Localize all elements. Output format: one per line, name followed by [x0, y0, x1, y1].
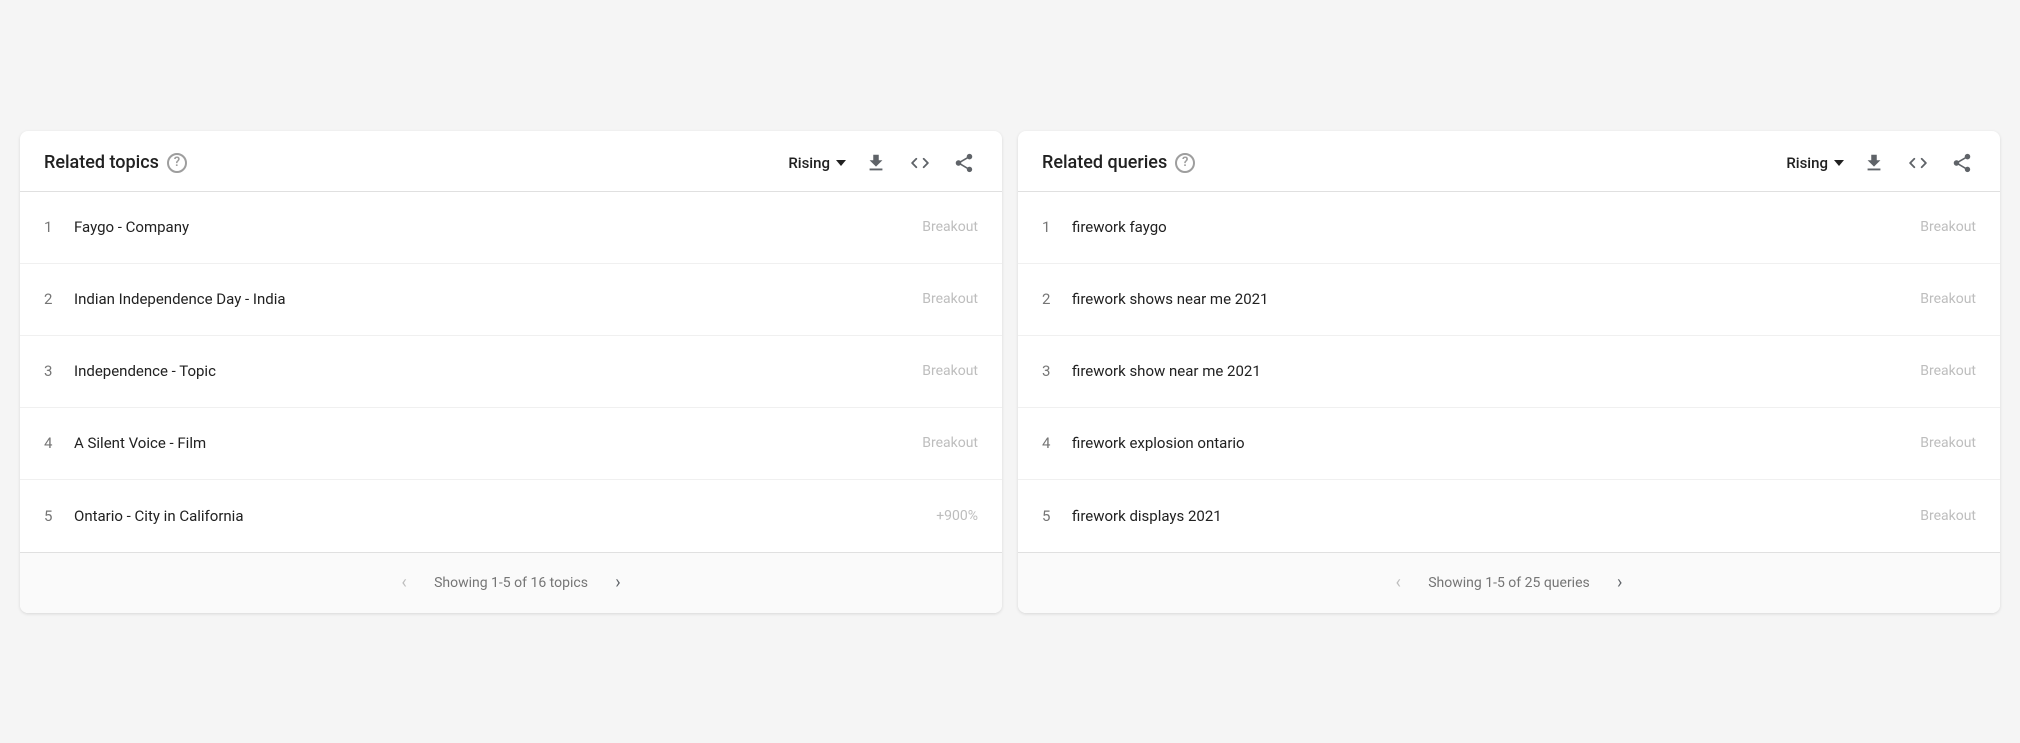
item-label: Ontario - City in California: [74, 507, 936, 525]
list-item[interactable]: 3Independence - TopicBreakout: [20, 336, 1002, 408]
related-queries-footer: ‹ Showing 1-5 of 25 queries ›: [1018, 552, 2000, 613]
pagination-text: Showing 1-5 of 25 queries: [1428, 575, 1590, 591]
item-badge: +900%: [936, 508, 978, 524]
next-page-button[interactable]: ›: [1606, 569, 1634, 597]
chevron-down-icon: [836, 160, 846, 166]
related-queries-header: Related queries? Rising: [1018, 131, 2000, 192]
item-label: firework show near me 2021: [1072, 362, 1920, 380]
item-label: firework shows near me 2021: [1072, 290, 1920, 308]
list-item[interactable]: 2firework shows near me 2021Breakout: [1018, 264, 2000, 336]
list-item[interactable]: 2Indian Independence Day - IndiaBreakout: [20, 264, 1002, 336]
related-queries-title: Related queries: [1042, 152, 1167, 173]
download-icon[interactable]: [862, 149, 890, 177]
related-topics-title: Related topics: [44, 152, 159, 173]
item-rank: 2: [1042, 290, 1072, 308]
rising-label: Rising: [1786, 154, 1828, 172]
item-label: Faygo - Company: [74, 218, 922, 236]
item-badge: Breakout: [1920, 508, 1976, 524]
item-rank: 3: [1042, 362, 1072, 380]
panel-related-queries: Related queries?Rising1firework faygoBre…: [1018, 131, 2000, 613]
rising-label: Rising: [788, 154, 830, 172]
list-item[interactable]: 3firework show near me 2021Breakout: [1018, 336, 2000, 408]
related-queries-list: 1firework faygoBreakout2firework shows n…: [1018, 192, 2000, 552]
embed-icon[interactable]: [906, 149, 934, 177]
next-page-button[interactable]: ›: [604, 569, 632, 597]
item-badge: Breakout: [922, 219, 978, 235]
item-rank: 2: [44, 290, 74, 308]
item-badge: Breakout: [1920, 363, 1976, 379]
item-rank: 1: [44, 218, 74, 236]
item-label: Indian Independence Day - India: [74, 290, 922, 308]
item-badge: Breakout: [1920, 291, 1976, 307]
panel-related-topics: Related topics?Rising1Faygo - CompanyBre…: [20, 131, 1002, 613]
rising-dropdown[interactable]: Rising: [788, 154, 846, 172]
rising-dropdown[interactable]: Rising: [1786, 154, 1844, 172]
list-item[interactable]: 4A Silent Voice - FilmBreakout: [20, 408, 1002, 480]
related-topics-header: Related topics? Rising: [20, 131, 1002, 192]
share-icon[interactable]: [1948, 149, 1976, 177]
list-item[interactable]: 1firework faygoBreakout: [1018, 192, 2000, 264]
item-rank: 4: [1042, 434, 1072, 452]
list-item[interactable]: 5Ontario - City in California+900%: [20, 480, 1002, 552]
item-badge: Breakout: [922, 435, 978, 451]
panels-container: Related topics?Rising1Faygo - CompanyBre…: [20, 131, 2000, 613]
related-topics-controls: Rising: [788, 149, 978, 177]
item-rank: 1: [1042, 218, 1072, 236]
help-icon[interactable]: ?: [1175, 153, 1195, 173]
list-item[interactable]: 1Faygo - CompanyBreakout: [20, 192, 1002, 264]
item-rank: 3: [44, 362, 74, 380]
download-icon[interactable]: [1860, 149, 1888, 177]
related-topics-list: 1Faygo - CompanyBreakout2Indian Independ…: [20, 192, 1002, 552]
prev-page-button: ‹: [1384, 569, 1412, 597]
item-badge: Breakout: [922, 291, 978, 307]
item-badge: Breakout: [922, 363, 978, 379]
related-queries-title-group: Related queries?: [1042, 152, 1195, 173]
share-icon[interactable]: [950, 149, 978, 177]
chevron-down-icon: [1834, 160, 1844, 166]
related-topics-title-group: Related topics?: [44, 152, 187, 173]
item-badge: Breakout: [1920, 219, 1976, 235]
item-label: firework faygo: [1072, 218, 1920, 236]
related-topics-footer: ‹ Showing 1-5 of 16 topics ›: [20, 552, 1002, 613]
item-rank: 5: [44, 507, 74, 525]
item-rank: 5: [1042, 507, 1072, 525]
item-label: Independence - Topic: [74, 362, 922, 380]
item-label: firework displays 2021: [1072, 507, 1920, 525]
list-item[interactable]: 5firework displays 2021Breakout: [1018, 480, 2000, 552]
embed-icon[interactable]: [1904, 149, 1932, 177]
pagination-text: Showing 1-5 of 16 topics: [434, 575, 588, 591]
item-rank: 4: [44, 434, 74, 452]
help-icon[interactable]: ?: [167, 153, 187, 173]
item-label: A Silent Voice - Film: [74, 434, 922, 452]
prev-page-button: ‹: [390, 569, 418, 597]
list-item[interactable]: 4firework explosion ontarioBreakout: [1018, 408, 2000, 480]
item-label: firework explosion ontario: [1072, 434, 1920, 452]
related-queries-controls: Rising: [1786, 149, 1976, 177]
item-badge: Breakout: [1920, 435, 1976, 451]
